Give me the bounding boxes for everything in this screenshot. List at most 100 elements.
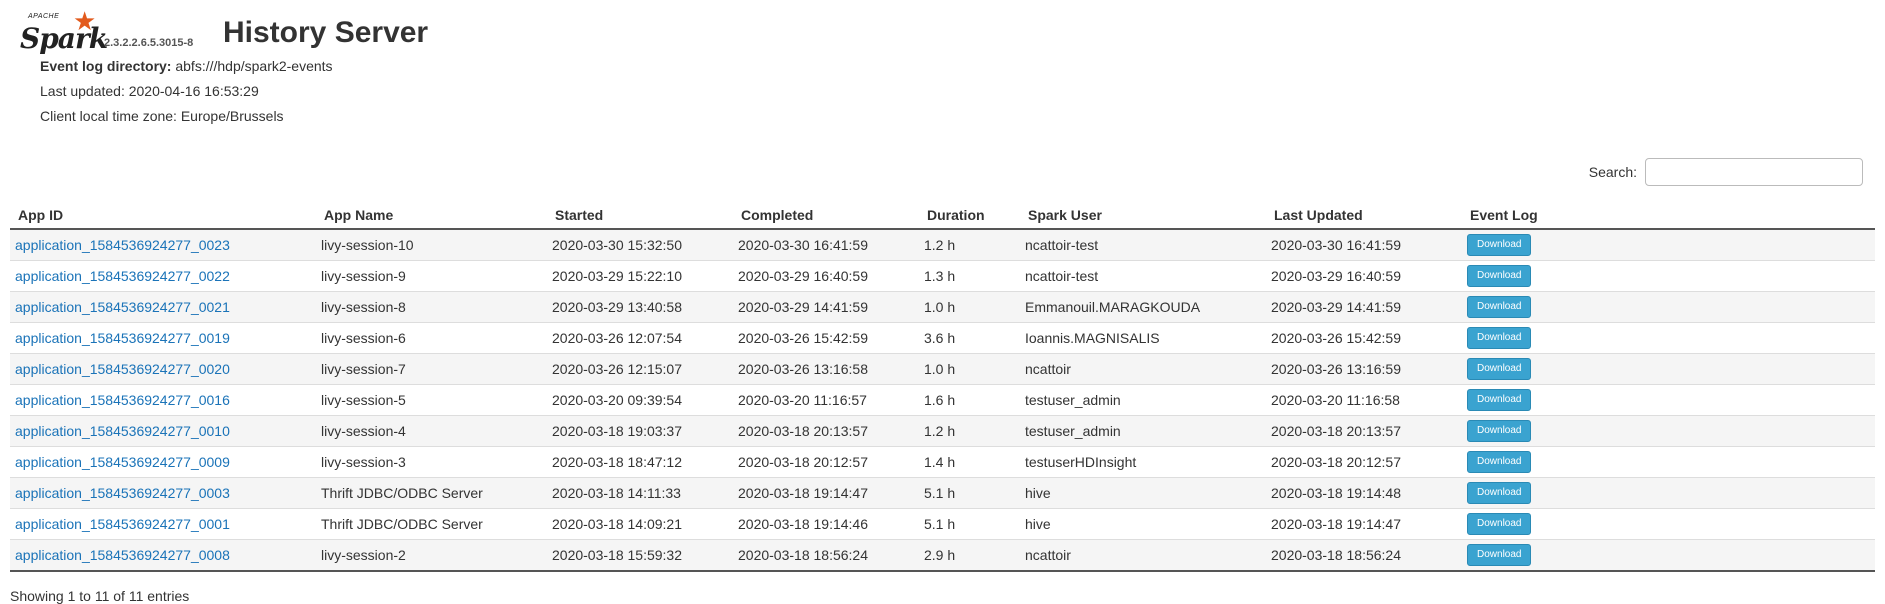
- app-id-cell: application_1584536924277_0003: [10, 477, 316, 509]
- download-button[interactable]: Download: [1467, 234, 1532, 256]
- logo-apache-text: APACHE: [28, 13, 60, 20]
- completed-cell: 2020-03-18 20:13:57: [733, 415, 919, 447]
- column-app-name[interactable]: App Name: [316, 202, 547, 230]
- completed-cell: 2020-03-29 16:40:59: [733, 260, 919, 292]
- table-row: application_1584536924277_0009 livy-sessi…: [10, 446, 1875, 478]
- last-updated-cell: 2020-03-30 16:41:59: [1266, 228, 1462, 261]
- download-button[interactable]: Download: [1467, 389, 1532, 411]
- spark-logo[interactable]: APACHE Spark ★: [18, 6, 108, 55]
- table-header-row: App ID App Name Started Completed Durati…: [10, 202, 1875, 230]
- search-label: Search:: [1588, 164, 1637, 180]
- app-id-link[interactable]: application_1584536924277_0019: [15, 330, 230, 346]
- duration-cell: 1.4 h: [919, 446, 1020, 478]
- app-id-link[interactable]: application_1584536924277_0020: [15, 361, 230, 377]
- started-cell: 2020-03-20 09:39:54: [547, 384, 733, 416]
- download-button[interactable]: Download: [1467, 451, 1532, 473]
- table-row: application_1584536924277_0008 livy-sessi…: [10, 539, 1875, 572]
- last-updated-cell: 2020-03-26 15:42:59: [1266, 322, 1462, 354]
- event-log-cell: Download: [1462, 228, 1875, 261]
- download-button[interactable]: Download: [1467, 327, 1532, 349]
- app-id-link[interactable]: application_1584536924277_0009: [15, 454, 230, 470]
- column-duration[interactable]: Duration: [919, 202, 1020, 230]
- table-row: application_1584536924277_0001 Thrift JDB…: [10, 508, 1875, 540]
- event-log-cell: Download: [1462, 446, 1875, 478]
- app-name-cell: livy-session-5: [316, 384, 547, 416]
- duration-cell: 5.1 h: [919, 477, 1020, 509]
- event-log-label: Event log directory:: [40, 58, 172, 74]
- table-row: application_1584536924277_0023 livy-sessi…: [10, 228, 1875, 261]
- started-cell: 2020-03-30 15:32:50: [547, 228, 733, 261]
- app-id-cell: application_1584536924277_0023: [10, 228, 316, 261]
- completed-cell: 2020-03-30 16:41:59: [733, 228, 919, 261]
- spark-star-icon: ★: [73, 6, 97, 36]
- app-name-cell: livy-session-10: [316, 228, 547, 261]
- duration-cell: 1.0 h: [919, 353, 1020, 385]
- table-info: Showing 1 to 11 of 11 entries: [10, 588, 190, 604]
- completed-cell: 2020-03-18 19:14:47: [733, 477, 919, 509]
- table-row: application_1584536924277_0020 livy-sessi…: [10, 353, 1875, 385]
- last-updated-cell: 2020-03-26 13:16:59: [1266, 353, 1462, 385]
- app-name-cell: livy-session-6: [316, 322, 547, 354]
- column-completed[interactable]: Completed: [733, 202, 919, 230]
- event-log-cell: Download: [1462, 477, 1875, 509]
- page-header: APACHE Spark ★ 2.3.2.2.6.5.3015-8 Histor…: [18, 6, 618, 58]
- last-updated: Last updated: 2020-04-16 16:53:29: [40, 83, 259, 99]
- spark-user-cell: hive: [1020, 477, 1266, 509]
- app-id-link[interactable]: application_1584536924277_0003: [15, 485, 230, 501]
- download-button[interactable]: Download: [1467, 296, 1532, 318]
- started-cell: 2020-03-18 19:03:37: [547, 415, 733, 447]
- page-title: History Server: [223, 16, 429, 49]
- last-updated-cell: 2020-03-18 18:56:24: [1266, 539, 1462, 572]
- event-log-cell: Download: [1462, 260, 1875, 292]
- table-row: application_1584536924277_0016 livy-sessi…: [10, 384, 1875, 416]
- download-button[interactable]: Download: [1467, 358, 1532, 380]
- started-cell: 2020-03-18 18:47:12: [547, 446, 733, 478]
- app-id-link[interactable]: application_1584536924277_0008: [15, 547, 230, 563]
- app-id-link[interactable]: application_1584536924277_0022: [15, 268, 230, 284]
- duration-cell: 1.2 h: [919, 228, 1020, 261]
- app-id-cell: application_1584536924277_0009: [10, 446, 316, 478]
- download-button[interactable]: Download: [1467, 513, 1532, 535]
- app-id-cell: application_1584536924277_0021: [10, 291, 316, 323]
- download-button[interactable]: Download: [1467, 420, 1532, 442]
- duration-cell: 1.0 h: [919, 291, 1020, 323]
- search-input[interactable]: [1645, 158, 1863, 186]
- column-app-id[interactable]: App ID: [10, 202, 316, 230]
- column-last-updated[interactable]: Last Updated: [1266, 202, 1462, 230]
- event-log-cell: Download: [1462, 322, 1875, 354]
- app-name-cell: livy-session-2: [316, 539, 547, 572]
- download-button[interactable]: Download: [1467, 544, 1532, 566]
- duration-cell: 5.1 h: [919, 508, 1020, 540]
- event-log-directory: Event log directory: abfs:///hdp/spark2-…: [40, 58, 333, 74]
- app-name-cell: livy-session-9: [316, 260, 547, 292]
- column-event-log[interactable]: Event Log: [1462, 202, 1875, 230]
- app-id-link[interactable]: application_1584536924277_0023: [15, 237, 230, 253]
- completed-cell: 2020-03-18 20:12:57: [733, 446, 919, 478]
- app-id-link[interactable]: application_1584536924277_0016: [15, 392, 230, 408]
- spark-user-cell: testuser_admin: [1020, 384, 1266, 416]
- table-row: application_1584536924277_0022 livy-sessi…: [10, 260, 1875, 292]
- app-id-cell: application_1584536924277_0020: [10, 353, 316, 385]
- app-id-link[interactable]: application_1584536924277_0021: [15, 299, 230, 315]
- column-spark-user[interactable]: Spark User: [1020, 202, 1266, 230]
- column-started[interactable]: Started: [547, 202, 733, 230]
- app-id-cell: application_1584536924277_0019: [10, 322, 316, 354]
- download-button[interactable]: Download: [1467, 265, 1532, 287]
- event-log-cell: Download: [1462, 508, 1875, 540]
- spark-user-cell: ncattoir: [1020, 539, 1266, 572]
- last-updated-cell: 2020-03-18 19:14:48: [1266, 477, 1462, 509]
- applications-table: App ID App Name Started Completed Durati…: [10, 202, 1875, 572]
- spark-user-cell: ncattoir-test: [1020, 260, 1266, 292]
- started-cell: 2020-03-26 12:07:54: [547, 322, 733, 354]
- table-row: application_1584536924277_0019 livy-sessi…: [10, 322, 1875, 354]
- spark-user-cell: ncattoir: [1020, 353, 1266, 385]
- event-log-cell: Download: [1462, 415, 1875, 447]
- last-updated-cell: 2020-03-18 20:13:57: [1266, 415, 1462, 447]
- started-cell: 2020-03-18 14:09:21: [547, 508, 733, 540]
- app-id-link[interactable]: application_1584536924277_0010: [15, 423, 230, 439]
- app-name-cell: livy-session-7: [316, 353, 547, 385]
- download-button[interactable]: Download: [1467, 482, 1532, 504]
- started-cell: 2020-03-29 15:22:10: [547, 260, 733, 292]
- app-id-link[interactable]: application_1584536924277_0001: [15, 516, 230, 532]
- spark-user-cell: testuser_admin: [1020, 415, 1266, 447]
